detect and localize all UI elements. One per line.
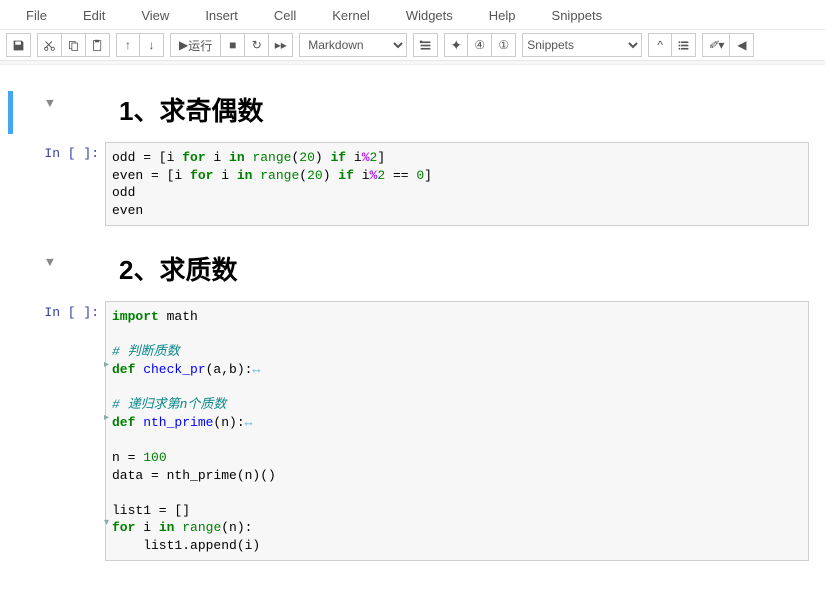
menu-file[interactable]: File: [8, 2, 65, 29]
prompt-area: ▼: [8, 250, 105, 293]
markdown-rendered[interactable]: 1、求奇偶数: [105, 91, 817, 134]
theme-button[interactable]: ①: [492, 33, 516, 57]
menu-edit[interactable]: Edit: [65, 2, 123, 29]
copy-button[interactable]: [62, 33, 86, 57]
paste-button[interactable]: [86, 33, 110, 57]
markdown-rendered[interactable]: 2、求质数: [105, 250, 817, 293]
heading-2: 2、求质数: [105, 250, 817, 293]
menubar: File Edit View Insert Cell Kernel Widget…: [0, 0, 825, 30]
code-font-button[interactable]: ④: [468, 33, 492, 57]
autopep8-button[interactable]: ✐▾: [702, 33, 730, 57]
code-fold-icon[interactable]: ↔: [245, 415, 253, 430]
cut-button[interactable]: [37, 33, 62, 57]
code-editor[interactable]: odd = [i for i in range(20) if i%2] even…: [105, 142, 809, 226]
fold-gutter-icon[interactable]: ▸: [104, 359, 109, 373]
restart-button[interactable]: ↻: [245, 33, 269, 57]
restart-run-all-button[interactable]: ▸▸: [269, 33, 293, 57]
collapse-arrow-icon[interactable]: ▼: [46, 255, 54, 270]
menu-cell[interactable]: Cell: [256, 2, 314, 29]
celltype-select[interactable]: Markdown: [299, 33, 407, 57]
toc-button[interactable]: [672, 33, 696, 57]
fold-gutter-icon[interactable]: ▾: [104, 517, 109, 531]
input-prompt: In [ ]:: [8, 301, 105, 561]
run-label: 运行: [188, 37, 212, 54]
move-up-button[interactable]: ↑: [116, 33, 140, 57]
command-palette-button[interactable]: [413, 33, 438, 57]
interrupt-button[interactable]: ■: [221, 33, 245, 57]
cell-code-3[interactable]: In [ ]: import math # 判断质数 ▸def check_pr…: [8, 301, 817, 561]
toolbar: ↑ ↓ ▶ 运行 ■ ↻ ▸▸ Markdown ✦ ④ ① Snippets …: [0, 30, 825, 61]
prompt-area: ▼: [8, 91, 105, 134]
collapse-button[interactable]: ^: [648, 33, 672, 57]
heading-1: 1、求奇偶数: [105, 91, 817, 134]
menu-kernel[interactable]: Kernel: [314, 2, 388, 29]
variable-inspector-button[interactable]: ✦: [444, 33, 468, 57]
menu-view[interactable]: View: [123, 2, 187, 29]
snippets-select[interactable]: Snippets: [522, 33, 642, 57]
menu-snippets[interactable]: Snippets: [534, 2, 621, 29]
run-button[interactable]: ▶ 运行: [170, 33, 221, 57]
menu-help[interactable]: Help: [471, 2, 534, 29]
menu-widgets[interactable]: Widgets: [388, 2, 471, 29]
cell-markdown-0[interactable]: ▼ 1、求奇偶数: [8, 91, 817, 134]
notebook-container: ▼ 1、求奇偶数 In [ ]: odd = [i for i in range…: [0, 65, 825, 609]
scratchpad-button[interactable]: ◀: [730, 33, 754, 57]
input-prompt: In [ ]:: [8, 142, 105, 226]
move-down-button[interactable]: ↓: [140, 33, 164, 57]
cell-markdown-2[interactable]: ▼ 2、求质数: [8, 250, 817, 293]
collapse-arrow-icon[interactable]: ▼: [46, 96, 54, 111]
code-editor[interactable]: import math # 判断质数 ▸def check_pr(a,b):↔ …: [105, 301, 809, 561]
fold-gutter-icon[interactable]: ▸: [104, 412, 109, 426]
code-fold-icon[interactable]: ↔: [252, 362, 260, 377]
cell-code-1[interactable]: In [ ]: odd = [i for i in range(20) if i…: [8, 142, 817, 226]
save-button[interactable]: [6, 33, 31, 57]
menu-insert[interactable]: Insert: [187, 2, 256, 29]
